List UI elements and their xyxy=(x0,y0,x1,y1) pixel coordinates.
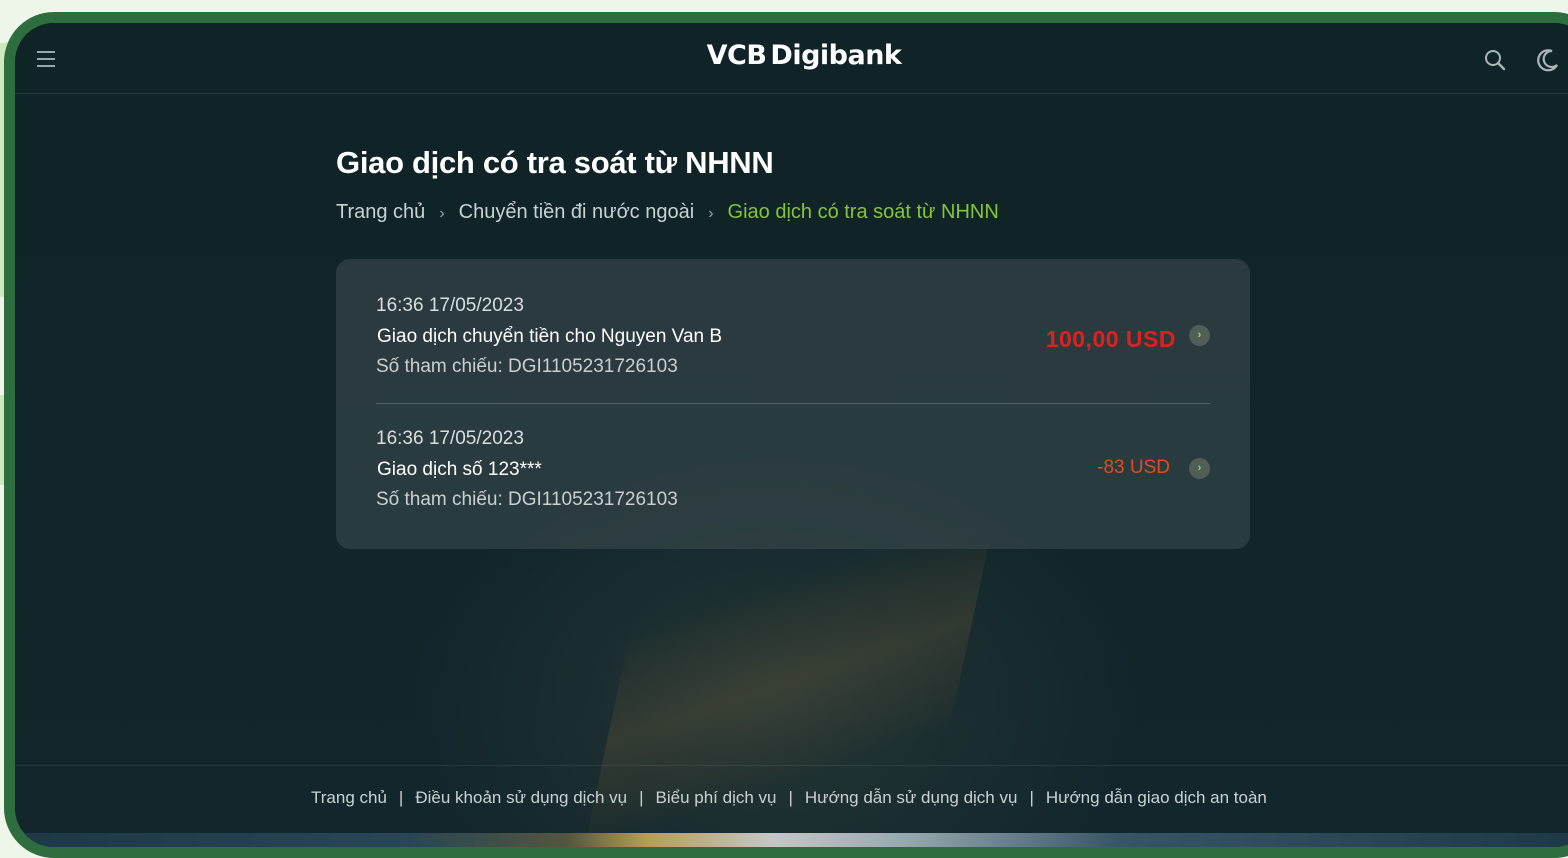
transaction-description: Giao dịch số 123*** xyxy=(377,459,542,480)
footer-link-home[interactable]: Trang chủ xyxy=(311,788,387,808)
breadcrumb-home[interactable]: Trang chủ xyxy=(336,201,425,224)
footer-link-fees[interactable]: Biểu phí dịch vụ xyxy=(656,788,777,808)
transaction-amount: 100,00 USD xyxy=(1045,326,1176,352)
breadcrumb-current: Giao dịch có tra soát từ NHNN xyxy=(727,201,999,223)
footer-separator: | xyxy=(639,788,644,807)
chevron-right-icon[interactable]: › xyxy=(1189,325,1210,346)
footer-link-safety-guide[interactable]: Hướng dẫn giao dịch an toàn xyxy=(1046,788,1267,808)
transaction-item[interactable]: 16:36 17/05/2023 Giao dịch chuyển tiền c… xyxy=(376,279,1210,411)
divider xyxy=(376,403,1210,404)
logo-bold-text: VCB xyxy=(706,40,767,71)
breadcrumb-separator-icon: › xyxy=(439,205,445,222)
transaction-amount: -83 USD xyxy=(1097,457,1170,478)
app-screen: VCB Digibank Giao dịch có tra soát từ NHN… xyxy=(15,23,1568,847)
footer-separator: | xyxy=(1029,788,1034,807)
footer-separator: | xyxy=(398,788,404,807)
device-frame: VCB Digibank Giao dịch có tra soát từ NHN… xyxy=(4,12,1568,858)
transaction-time: 16:36 17/05/2023 xyxy=(376,295,524,316)
transaction-time: 16:36 17/05/2023 xyxy=(376,428,524,449)
footer: Trang chủ | Điều khoản sử dụng dịch vụ | Biể… xyxy=(15,765,1568,836)
breadcrumb: Trang chủ › Chuyển tiền đi nước ngoài › Giao… xyxy=(336,201,999,224)
footer-link-terms[interactable]: Điều khoản sử dụng dịch vụ xyxy=(415,788,627,808)
moon-icon[interactable] xyxy=(1535,47,1561,73)
logo-text: Digibank xyxy=(770,40,902,71)
page-title: Giao dịch có tra soát từ NHNN xyxy=(336,145,774,180)
search-icon[interactable] xyxy=(1482,47,1508,73)
chevron-right-icon[interactable]: › xyxy=(1189,458,1210,479)
breadcrumb-international-transfer[interactable]: Chuyển tiền đi nước ngoài xyxy=(459,201,695,224)
breadcrumb-separator-icon: › xyxy=(708,205,714,222)
transaction-description: Giao dịch chuyển tiền cho Nguyen Van B xyxy=(377,326,723,347)
transaction-reference: Số tham chiếu: DGI1105231726103 xyxy=(376,356,678,377)
footer-link-user-guide[interactable]: Hướng dẫn sử dụng dịch vụ xyxy=(805,788,1018,808)
logo[interactable]: VCB Digibank xyxy=(15,40,1568,71)
transaction-reference: Số tham chiếu: DGI1105231726103 xyxy=(376,489,678,510)
bottom-banner-image xyxy=(15,833,1568,847)
top-bar: VCB Digibank xyxy=(15,23,1568,94)
footer-links: Trang chủ | Điều khoản sử dụng dịch vụ | Biể… xyxy=(311,788,1267,808)
footer-separator: | xyxy=(788,788,793,807)
transaction-list: 16:36 17/05/2023 Giao dịch chuyển tiền c… xyxy=(336,259,1250,549)
transaction-item[interactable]: 16:36 17/05/2023 Giao dịch số 123*** Số … xyxy=(376,412,1210,544)
page: VCB Digibank Giao dịch có tra soát từ NHN… xyxy=(0,0,1568,858)
